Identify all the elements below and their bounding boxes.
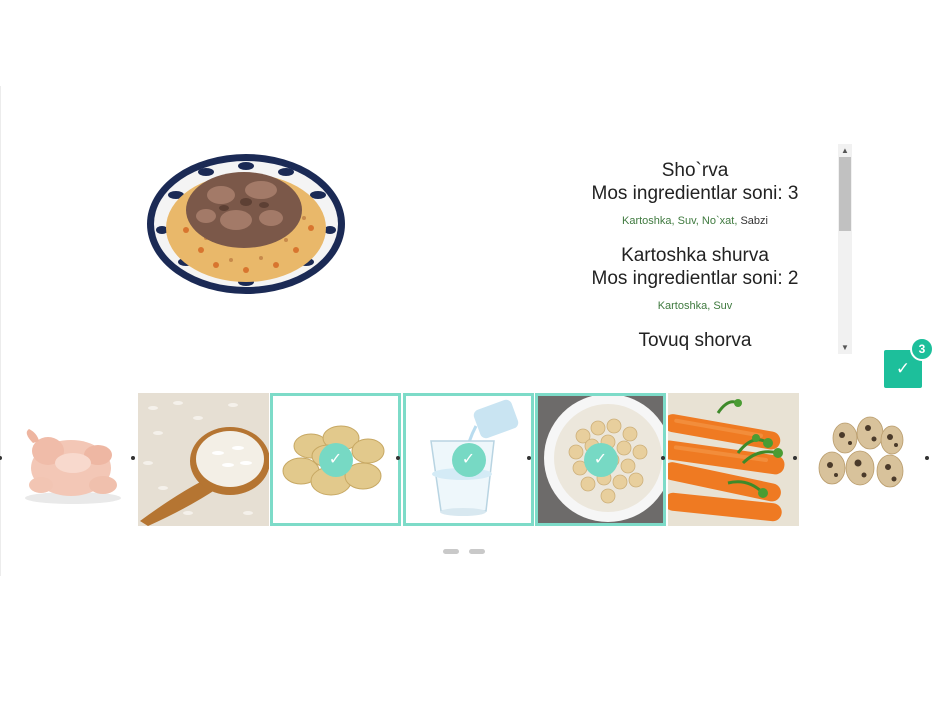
ingredient-card-chicken[interactable] xyxy=(3,393,134,526)
ingredient-matched: Kartoshka xyxy=(657,300,708,312)
separator-dot xyxy=(527,456,531,460)
ingredient-matched: Kartoshka xyxy=(622,215,672,227)
recipe-list: Sho`rva Mos ingredientlar soni: 3 Kartos… xyxy=(552,144,838,352)
separator-dot xyxy=(925,456,929,460)
recipe-match-count: Mos ingredientlar soni: 2 xyxy=(591,268,799,289)
carrot-image xyxy=(668,393,799,526)
separator-dot xyxy=(661,456,665,460)
selected-check-icon: ✓ xyxy=(318,442,353,477)
pagination-dot[interactable] xyxy=(443,549,459,554)
ingredient-carousel: ✓ ✓ ✓ xyxy=(0,393,940,526)
ingredient-matched: No`xat xyxy=(701,215,735,227)
check-icon: ✓ xyxy=(895,359,911,378)
scroll-up-icon[interactable]: ▲ xyxy=(838,144,852,157)
scroll-thumb[interactable] xyxy=(839,157,851,231)
ingredient-card-chickpeas[interactable]: ✓ xyxy=(535,393,666,526)
ingredient-matched: Suv xyxy=(713,300,733,312)
recipe-scrollbar[interactable]: ▲ ▼ xyxy=(838,144,852,354)
separator-dot xyxy=(0,456,2,460)
ingredient-card-carrot[interactable] xyxy=(668,393,799,526)
ingredient-card-potato[interactable]: ✓ xyxy=(270,393,401,526)
recipe-name: Tovuq shorva xyxy=(638,330,752,351)
dish-image xyxy=(146,150,346,295)
recipe-list-panel[interactable]: Sho`rva Mos ingredientlar soni: 3 Kartos… xyxy=(552,144,852,354)
quail-eggs-image xyxy=(800,393,931,526)
selected-check-icon: ✓ xyxy=(583,442,618,477)
separator-dot xyxy=(131,456,135,460)
recipe-name: Sho`rva xyxy=(661,160,729,181)
recipe-ingredients: Kartoshka, Suv, No`xat, Sabzi xyxy=(622,215,768,227)
recipe-ingredients: Kartoshka, Suv xyxy=(657,300,733,312)
rice-image xyxy=(138,393,269,526)
recipe-item: Tovuq shorva xyxy=(552,313,838,352)
ingredient-unmatched: Sabzi xyxy=(740,215,768,227)
ingredient-card-water[interactable]: ✓ xyxy=(403,393,534,526)
recipe-item: Sho`rva Mos ingredientlar soni: 3 Kartos… xyxy=(552,144,838,228)
chicken-image xyxy=(3,393,134,526)
scroll-down-icon[interactable]: ▼ xyxy=(838,341,852,354)
pagination-dot[interactable] xyxy=(469,549,485,554)
separator-dot xyxy=(396,456,400,460)
ingredient-card-quail-eggs[interactable] xyxy=(800,393,931,526)
selected-count-badge: 3 xyxy=(910,337,934,361)
recipe-match-count: Mos ingredientlar soni: 3 xyxy=(591,183,799,204)
recipe-item: Kartoshka shurva Mos ingredientlar soni:… xyxy=(552,228,838,313)
separator-dot xyxy=(793,456,797,460)
ingredient-matched: Suv xyxy=(677,215,696,227)
recipe-name: Kartoshka shurva xyxy=(621,245,769,266)
selected-check-icon: ✓ xyxy=(451,442,486,477)
ingredient-card-rice[interactable] xyxy=(138,393,269,526)
